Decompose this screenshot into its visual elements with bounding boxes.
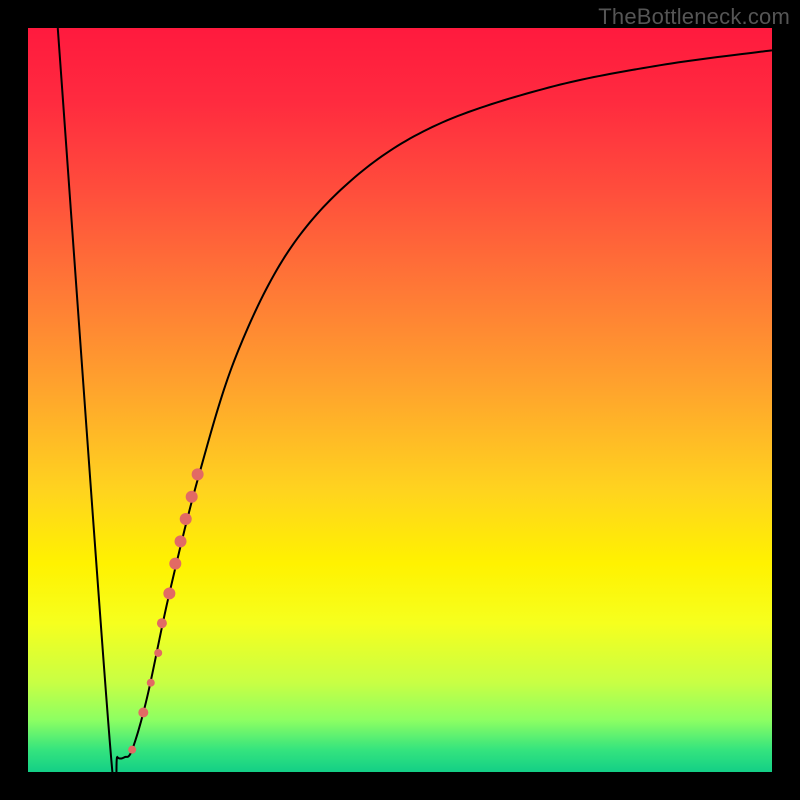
data-marker (192, 468, 204, 480)
data-marker (169, 558, 181, 570)
data-marker (186, 491, 198, 503)
data-marker (175, 535, 187, 547)
chart-svg (28, 28, 772, 772)
gradient-background (28, 28, 772, 772)
data-marker (180, 513, 192, 525)
data-marker (147, 679, 155, 687)
chart-frame: TheBottleneck.com (0, 0, 800, 800)
data-marker (154, 649, 162, 657)
data-marker (163, 587, 175, 599)
data-marker (157, 618, 167, 628)
data-marker (128, 746, 136, 754)
watermark-text: TheBottleneck.com (598, 4, 790, 30)
plot-area (28, 28, 772, 772)
data-marker (138, 707, 148, 717)
